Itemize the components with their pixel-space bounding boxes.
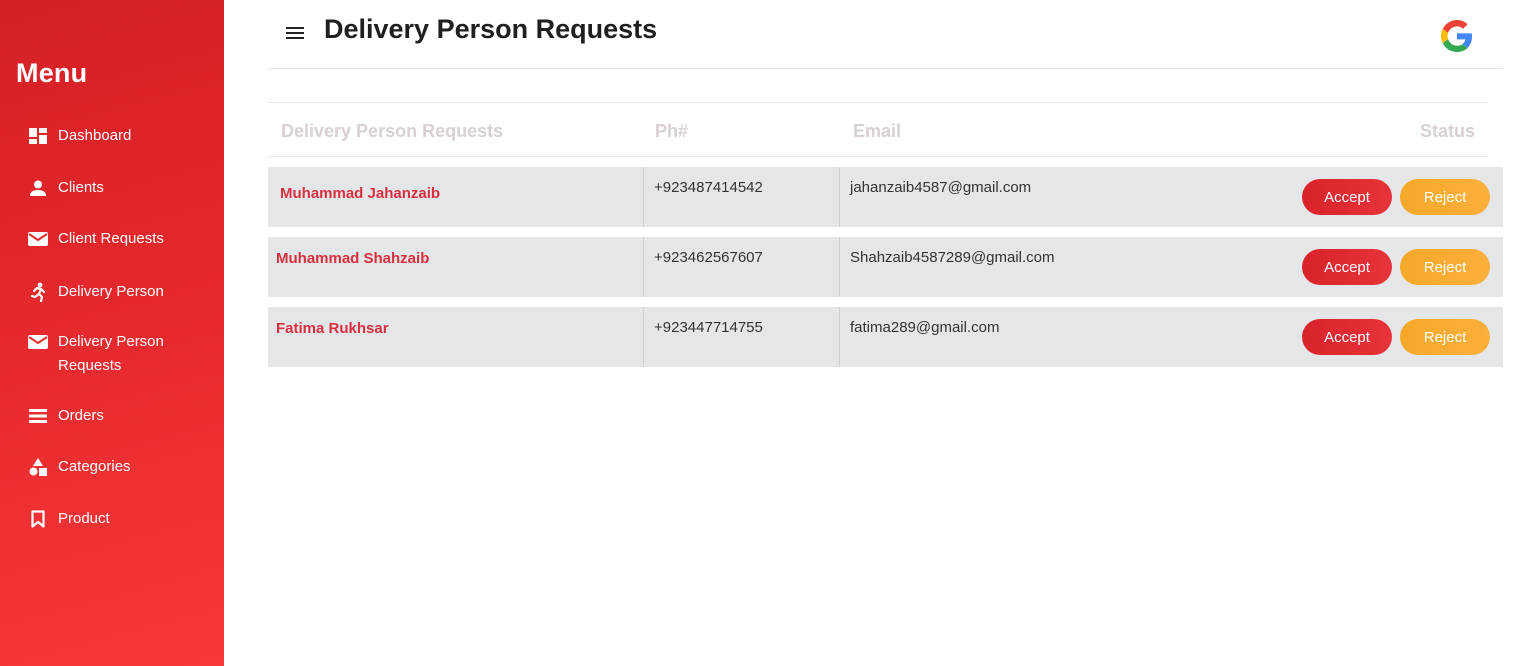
phone-cell: +923462567607 bbox=[644, 237, 840, 297]
email-address: jahanzaib4587@gmail.com bbox=[850, 179, 1032, 196]
sidebar-item-delivery-person[interactable]: Delivery Person bbox=[26, 280, 188, 304]
phone-number: +923447714755 bbox=[654, 319, 763, 336]
sidebar: Menu Dashboard Clients Client Requests D… bbox=[0, 0, 224, 666]
sidebar-item-orders[interactable]: Orders bbox=[26, 404, 188, 428]
person-name: Muhammad Shahzaib bbox=[276, 250, 430, 267]
sidebar-item-categories[interactable]: Categories bbox=[26, 455, 188, 479]
person-icon bbox=[26, 176, 50, 200]
phone-number: +923462567607 bbox=[654, 249, 763, 266]
sidebar-item-dashboard[interactable]: Dashboard bbox=[26, 124, 188, 148]
sidebar-item-label: Categories bbox=[58, 458, 131, 475]
accept-button[interactable]: Accept bbox=[1302, 319, 1392, 355]
table-row: Muhammad Shahzaib +923462567607 Shahzaib… bbox=[268, 237, 1503, 297]
column-header-status: Status bbox=[1419, 121, 1475, 141]
name-cell: Fatima Rukhsar bbox=[268, 307, 644, 367]
phone-cell: +923487414542 bbox=[644, 167, 840, 227]
column-header-email: Email bbox=[853, 121, 902, 141]
menu-title: Menu bbox=[16, 58, 88, 88]
table-header: Delivery Person Requests Ph# Email Statu… bbox=[268, 102, 1488, 157]
sidebar-item-label: Product bbox=[58, 510, 110, 527]
name-cell: Muhammad Shahzaib bbox=[268, 237, 644, 297]
sidebar-item-client-requests[interactable]: Client Requests bbox=[26, 227, 188, 251]
hamburger-icon[interactable] bbox=[286, 24, 304, 42]
bookmark-icon bbox=[26, 507, 50, 531]
sidebar-item-label: Delivery Person Requests bbox=[58, 333, 164, 374]
sidebar-item-delivery-person-requests[interactable]: Delivery Person Requests bbox=[26, 330, 188, 378]
mail-icon bbox=[26, 330, 50, 354]
list-icon bbox=[26, 404, 50, 428]
reject-button[interactable]: Reject bbox=[1400, 319, 1490, 355]
phone-cell: +923447714755 bbox=[644, 307, 840, 367]
categories-icon bbox=[26, 455, 50, 479]
sidebar-item-label: Delivery Person bbox=[58, 283, 164, 300]
person-name: Muhammad Jahanzaib bbox=[280, 185, 441, 202]
reject-button[interactable]: Reject bbox=[1400, 249, 1490, 285]
accept-button[interactable]: Accept bbox=[1302, 249, 1392, 285]
phone-number: +923487414542 bbox=[654, 179, 763, 196]
sidebar-item-label: Clients bbox=[58, 179, 104, 196]
table-row: Muhammad Jahanzaib +923487414542 jahanza… bbox=[268, 167, 1503, 227]
person-name: Fatima Rukhsar bbox=[276, 320, 389, 337]
reject-button[interactable]: Reject bbox=[1400, 179, 1490, 215]
page-title: Delivery Person Requests bbox=[324, 14, 658, 44]
column-header-phone: Ph# bbox=[655, 121, 689, 141]
sidebar-item-label: Client Requests bbox=[58, 230, 164, 247]
page-header: Delivery Person Requests bbox=[268, 0, 1503, 69]
mail-icon bbox=[26, 227, 50, 251]
google-icon[interactable] bbox=[1441, 20, 1473, 52]
sidebar-item-label: Dashboard bbox=[58, 127, 132, 144]
dashboard-icon bbox=[26, 124, 50, 148]
accept-button[interactable]: Accept bbox=[1302, 179, 1392, 215]
sidebar-item-clients[interactable]: Clients bbox=[26, 176, 188, 200]
sidebar-item-label: Orders bbox=[58, 407, 104, 424]
email-address: Shahzaib4587289@gmail.com bbox=[850, 249, 1055, 266]
name-cell: Muhammad Jahanzaib bbox=[268, 167, 644, 227]
table-row: Fatima Rukhsar +923447714755 fatima289@g… bbox=[268, 307, 1503, 367]
sidebar-item-product[interactable]: Product bbox=[26, 507, 188, 531]
column-header-name: Delivery Person Requests bbox=[281, 121, 504, 141]
email-address: fatima289@gmail.com bbox=[850, 319, 1000, 336]
running-person-icon bbox=[26, 280, 50, 304]
